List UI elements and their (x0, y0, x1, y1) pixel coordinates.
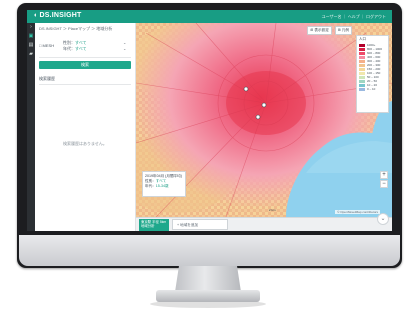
legend-swatch (359, 83, 365, 87)
breadcrumb[interactable]: DS.INSIGHT ＞ Placeマップ ＞ 地域分析 (39, 26, 112, 32)
chart-icon[interactable]: ▤ (27, 41, 35, 50)
app-screen: ◖ DS.INSIGHT ユーザー名 ｜ ヘルプ ｜ ログアウト › ▣ ▤ ▰… (27, 10, 392, 231)
zoom-in-button[interactable]: + (380, 171, 388, 179)
legend-title: 人口 (359, 37, 366, 41)
app-logo[interactable]: ◖ DS.INSIGHT (33, 12, 82, 19)
heat-map[interactable]: ⊞ 表示設定 ⊞ 凡例 人口 1000+ 800 – 1000 600 – 800 4… (136, 23, 392, 217)
app-header: ◖ DS.INSIGHT ユーザー名 ｜ ヘルプ ｜ ログアウト (27, 10, 392, 23)
condition-summary: 2019年04月 (月間平均) 性別：すべて 年代：15-34歳 (142, 171, 186, 197)
legend-swatch (359, 59, 365, 63)
mesh-checkbox[interactable]: □ MESH (39, 43, 54, 48)
monitor-stand-base (156, 290, 260, 302)
search-button[interactable]: 検索 (39, 61, 131, 69)
mesh-filter[interactable]: □ MESH 性別：すべて 年代：すべて ⌄ ⌄ (39, 37, 131, 58)
display-settings-button[interactable]: ⊞ 表示設定 (307, 26, 332, 35)
legend-label: 0 – 10 (367, 87, 376, 91)
menu-icon[interactable]: › (27, 23, 35, 32)
legend-swatch (359, 63, 365, 67)
zoom-control: + − (380, 171, 388, 189)
folder-icon[interactable]: ▰ (27, 50, 35, 59)
monitor-stand-neck (175, 266, 241, 292)
legend-swatch (359, 87, 365, 91)
monitor-chin (19, 235, 400, 266)
logo-icon: ◖ (33, 12, 38, 19)
filter-values: 性別：すべて 年代：すべて (63, 40, 87, 52)
chevron-down-icon[interactable]: ⌄ (123, 40, 126, 45)
summary-age: 年代：15-34歳 (145, 184, 169, 188)
legend-swatch (359, 67, 365, 71)
legend-item: 0 – 10 (357, 87, 388, 91)
legend-swatch (359, 55, 365, 59)
map-scale: 2 km (269, 208, 276, 212)
map-legend: 人口 1000+ 800 – 1000 600 – 800 400 – 600 300 … (356, 35, 389, 113)
legend-swatch (359, 47, 365, 51)
legend-swatch (359, 71, 365, 75)
map-attribution[interactable]: © OpenStreetMap contributors (335, 210, 380, 214)
area-tab-active[interactable]: 東京駅 半径 5km 地域分析 (139, 219, 169, 231)
map-toolbar: ⊞ 表示設定 ⊞ 凡例 (307, 26, 352, 35)
legend-swatch (359, 79, 365, 83)
filter-age[interactable]: 年代：すべて (63, 46, 87, 52)
legend-swatch (359, 51, 365, 55)
map-icon[interactable]: ▣ (27, 32, 35, 41)
history-empty-message: 検索履歴はありません。 (63, 141, 107, 146)
app-title: DS.INSIGHT (39, 12, 82, 19)
side-rail: › ▣ ▤ ▰ (27, 23, 35, 231)
chevron-down-icon[interactable]: ⌄ (377, 213, 389, 225)
zoom-out-button[interactable]: − (380, 180, 388, 188)
add-area-button[interactable]: + 地域を追加 (172, 219, 228, 230)
area-tab-bar: 東京駅 半径 5km 地域分析 + 地域を追加 ⌄ (136, 213, 392, 231)
chevron-down-icon[interactable]: ⌄ (123, 46, 126, 51)
search-panel: DS.INSIGHT ＞ Placeマップ ＞ 地域分析 □ MESH 性別：す… (35, 23, 136, 231)
history-header: 検索履歴 (39, 76, 131, 85)
legend-swatch (359, 75, 365, 79)
legend-swatch (359, 43, 365, 47)
legend-toggle-button[interactable]: ⊞ 凡例 (334, 26, 352, 35)
user-menu[interactable]: ユーザー名 ｜ ヘルプ ｜ ログアウト (322, 14, 386, 20)
